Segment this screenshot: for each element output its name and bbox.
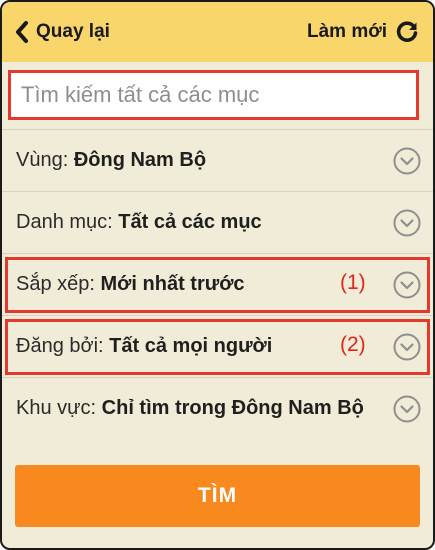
filter-key: Vùng:: [16, 149, 74, 171]
filter-sort[interactable]: Sắp xếp: Mới nhất trước (1): [2, 253, 433, 315]
refresh-label: Làm mới: [306, 21, 387, 42]
back-button[interactable]: Quay lại: [14, 21, 110, 43]
top-bar: Quay lại Làm mới: [2, 2, 433, 62]
chevron-down-circle-icon: [393, 271, 421, 299]
filter-key: Sắp xếp:: [16, 273, 101, 295]
filter-posted-by-label: Đăng bởi: Tất cả mọi người: [16, 335, 272, 358]
back-label: Quay lại: [36, 21, 110, 42]
annotation-marker-1: (1): [340, 271, 366, 294]
filter-category-label: Danh mục: Tất cả các mục: [16, 211, 262, 234]
filter-region-label: Vùng: Đông Nam Bộ: [16, 149, 206, 172]
chevron-down-circle-icon: [393, 209, 421, 237]
filter-region[interactable]: Vùng: Đông Nam Bộ: [2, 129, 433, 191]
filter-category[interactable]: Danh mục: Tất cả các mục: [2, 191, 433, 253]
filter-posted-by[interactable]: Đăng bởi: Tất cả mọi người (2): [2, 315, 433, 377]
annotation-marker-2: (2): [340, 333, 366, 356]
filter-value: Tất cả mọi người: [109, 335, 273, 357]
chevron-down-circle-icon: [393, 395, 421, 423]
search-box: [8, 70, 419, 120]
app-frame: Quay lại Làm mới Vùng: Đông Nam Bộ Danh …: [0, 0, 435, 550]
search-submit-button[interactable]: TÌM: [15, 465, 420, 527]
filter-key: Khu vực:: [16, 397, 102, 419]
refresh-button[interactable]: Làm mới: [307, 20, 419, 44]
filter-value: Đông Nam Bộ: [73, 149, 207, 171]
filter-value: Mới nhất trước: [100, 273, 245, 295]
filter-key: Danh mục:: [16, 211, 119, 233]
filter-area-label: Khu vực: Chỉ tìm trong Đông Nam Bộ: [16, 397, 364, 420]
chevron-down-circle-icon: [393, 333, 421, 361]
filter-value: Chỉ tìm trong Đông Nam Bộ: [101, 397, 364, 419]
search-area: [2, 64, 433, 126]
filter-sort-label: Sắp xếp: Mới nhất trước: [16, 273, 245, 296]
refresh-icon: [396, 21, 418, 42]
chevron-down-circle-icon: [393, 147, 421, 175]
filter-key: Đăng bởi:: [16, 335, 110, 357]
back-chevron-icon: [16, 21, 28, 43]
filter-area[interactable]: Khu vực: Chỉ tìm trong Đông Nam Bộ: [2, 377, 433, 439]
search-input[interactable]: [11, 73, 416, 117]
filter-value: Tất cả các mục: [118, 211, 262, 233]
